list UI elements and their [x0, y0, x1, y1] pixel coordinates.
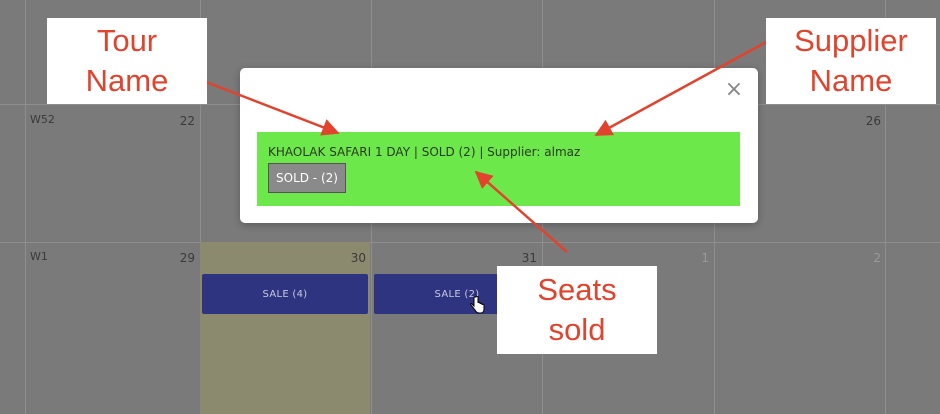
- week-label-w1: W1: [30, 250, 48, 263]
- day-number[interactable]: 31: [507, 251, 537, 265]
- callout-line: sold: [548, 312, 606, 347]
- hand-cursor-icon: [470, 296, 485, 314]
- week-label-w52: W52: [30, 113, 55, 126]
- grid-line: [0, 242, 940, 243]
- callout-line: Seats: [537, 272, 617, 307]
- day-number[interactable]: 2: [851, 251, 881, 265]
- day-number[interactable]: 26: [851, 114, 881, 128]
- callout-line: Supplier: [794, 23, 908, 58]
- sale-event[interactable]: SALE (4): [202, 274, 368, 314]
- day-number[interactable]: 30: [336, 251, 366, 265]
- close-icon[interactable]: ×: [724, 79, 744, 101]
- sold-count-button[interactable]: SOLD - (2): [268, 163, 346, 193]
- callout-line: Tour: [96, 23, 158, 58]
- day-number[interactable]: 22: [165, 114, 195, 128]
- callout-seats-sold: Seats sold: [497, 266, 657, 354]
- callout-line: Name: [809, 63, 893, 98]
- booking-modal: × KHAOLAK SAFARI 1 DAY | SOLD (2) | Supp…: [240, 68, 758, 223]
- booking-summary: KHAOLAK SAFARI 1 DAY | SOLD (2) | Suppli…: [268, 145, 581, 159]
- day-number[interactable]: 29: [165, 251, 195, 265]
- day-number[interactable]: 1: [679, 251, 709, 265]
- callout-line: Name: [85, 63, 169, 98]
- grid-line: [25, 0, 26, 414]
- callout-supplier-name: Supplier Name: [766, 18, 936, 104]
- callout-tour-name: Tour Name: [47, 18, 207, 104]
- today-column: [200, 242, 370, 414]
- booking-entry[interactable]: KHAOLAK SAFARI 1 DAY | SOLD (2) | Suppli…: [257, 132, 740, 206]
